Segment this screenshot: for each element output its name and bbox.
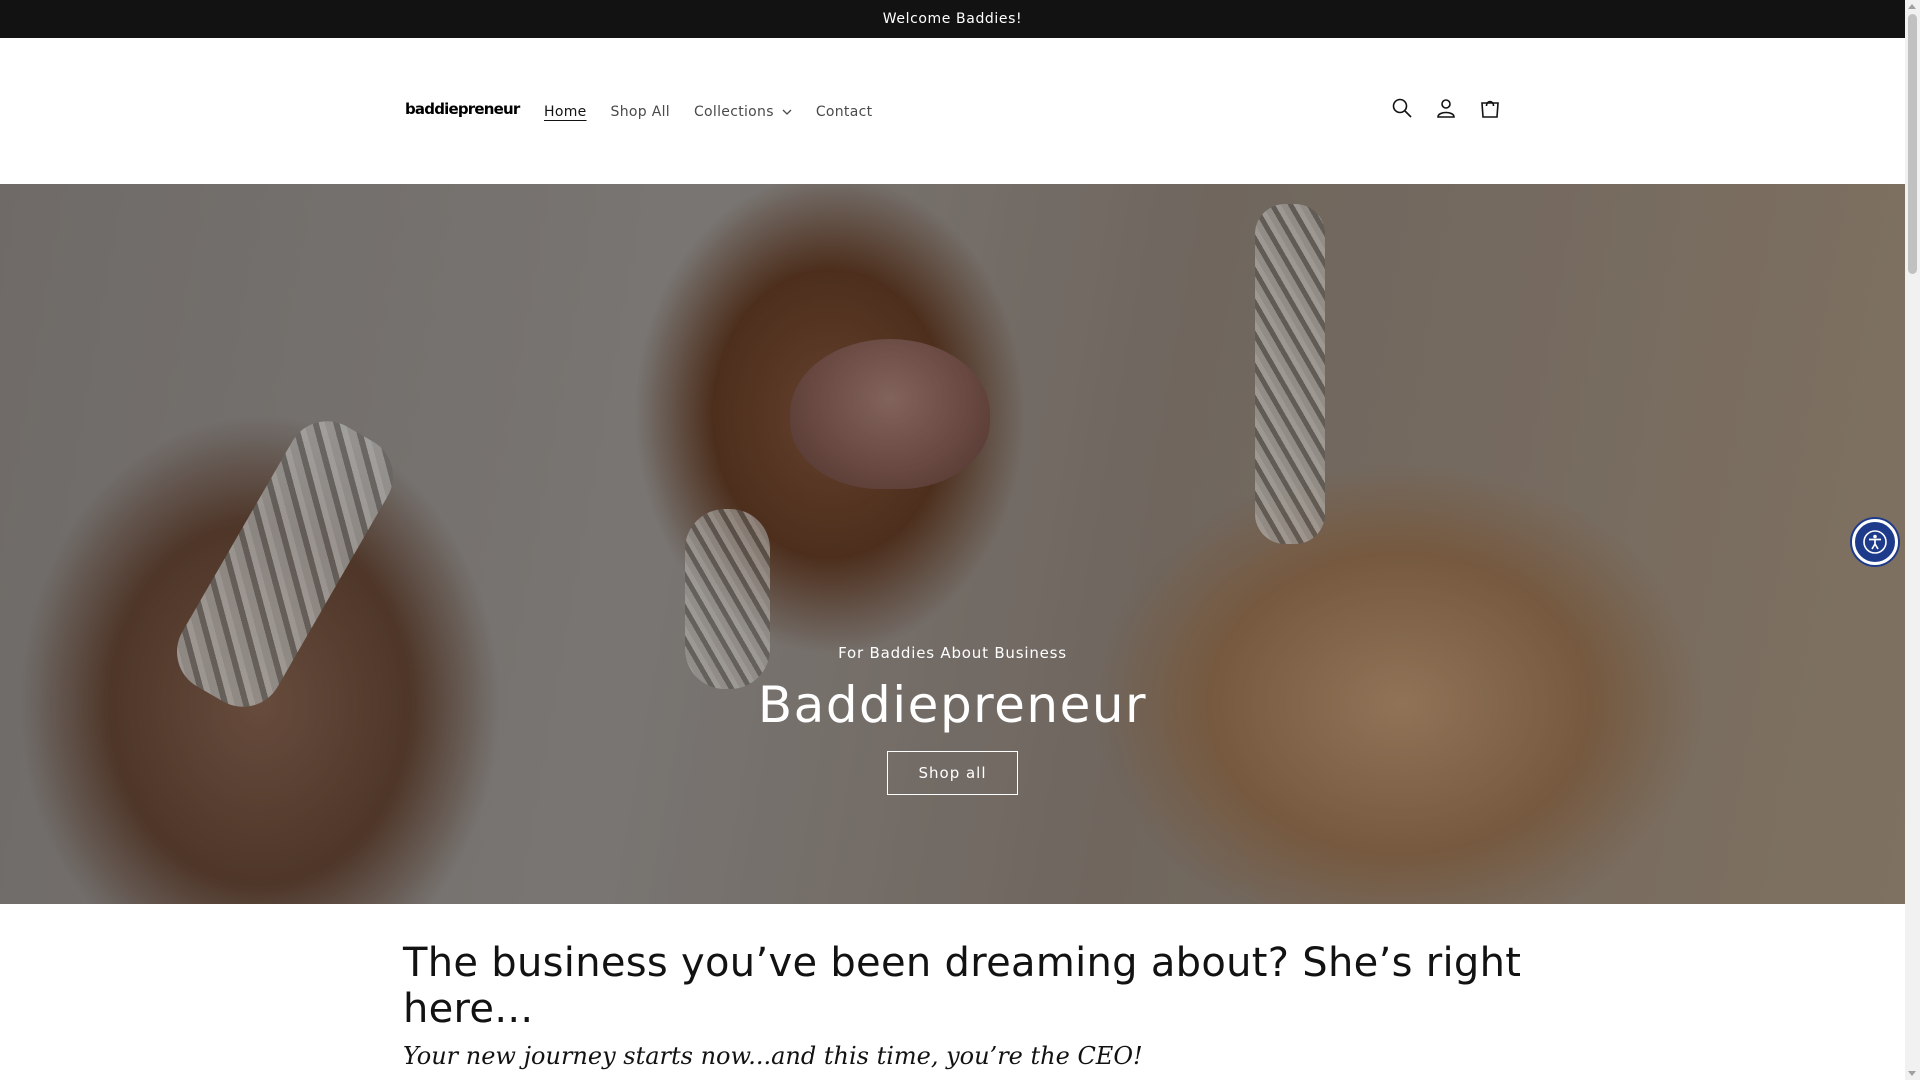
- account-icon[interactable]: [1434, 96, 1458, 120]
- intro-title: The business you’ve been dreaming about?…: [403, 940, 1522, 1032]
- nav-item-label: Shop All: [610, 104, 670, 120]
- main-nav: Home Shop All Collections Contact: [532, 101, 884, 123]
- scroll-up-icon[interactable]: [1908, 4, 1916, 9]
- hero-content: For Baddies About Business Baddiepreneur…: [0, 644, 1905, 795]
- nav-item-label: Home: [544, 104, 587, 120]
- search-icon[interactable]: [1390, 96, 1414, 120]
- nav-item-contact[interactable]: Contact: [804, 101, 885, 123]
- nav-item-label: Collections: [693, 104, 774, 120]
- nav-item-shop-all[interactable]: Shop All: [599, 101, 682, 123]
- site-logo[interactable]: baddiepreneur: [405, 100, 520, 118]
- cart-icon[interactable]: [1478, 96, 1502, 120]
- header-icons: [1390, 96, 1502, 120]
- announcement-bar: Welcome Baddies!: [0, 0, 1905, 38]
- nav-item-label: Contact: [815, 104, 873, 120]
- accessibility-icon: [1863, 530, 1887, 554]
- nav-item-home[interactable]: Home: [532, 101, 599, 123]
- scroll-down-icon[interactable]: [1908, 1071, 1916, 1076]
- shop-all-button[interactable]: Shop all: [887, 751, 1018, 795]
- intro-subtitle: Your new journey starts now...and this t…: [403, 1042, 1143, 1070]
- hero-title: Baddiepreneur: [757, 676, 1148, 734]
- page-scrollbar[interactable]: [1905, 0, 1920, 1080]
- scroll-thumb[interactable]: [1908, 14, 1917, 274]
- hero-overlay: [0, 184, 1905, 904]
- hero-banner: For Baddies About Business Baddiepreneur…: [0, 184, 1905, 904]
- intro-section: The business you’ve been dreaming about?…: [403, 940, 1523, 1070]
- nav-item-collections[interactable]: Collections: [682, 101, 804, 123]
- accessibility-button[interactable]: [1852, 519, 1898, 565]
- chevron-down-icon: [782, 109, 792, 115]
- announcement-text: Welcome Baddies!: [882, 11, 1023, 27]
- site-header: baddiepreneur Home Shop All Collections …: [0, 38, 1905, 184]
- hero-subheading: For Baddies About Business: [838, 644, 1067, 662]
